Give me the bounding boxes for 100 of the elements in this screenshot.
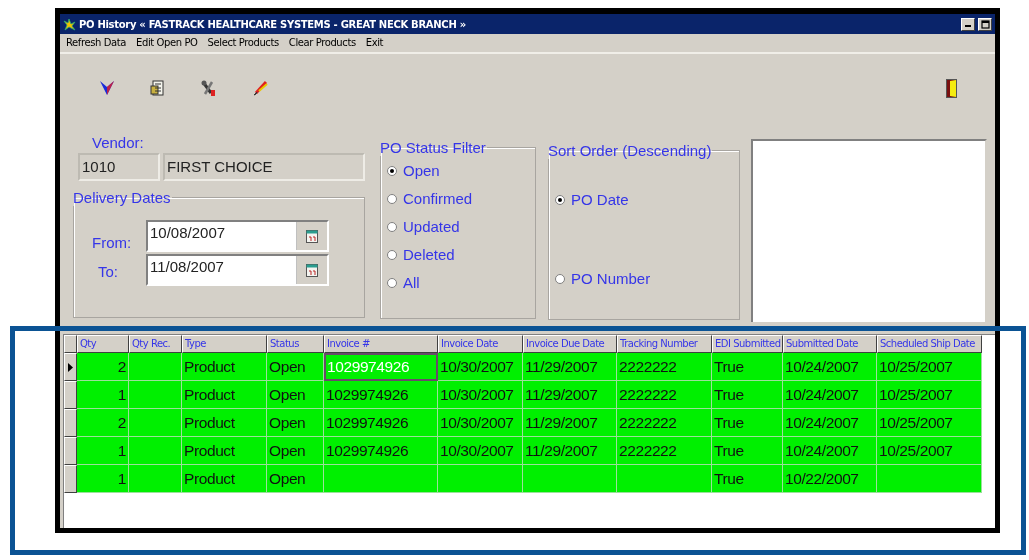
column-header[interactable]: Qty xyxy=(77,335,129,353)
column-header[interactable]: Tracking Number xyxy=(617,335,712,353)
exit-button[interactable] xyxy=(946,78,957,98)
row-header[interactable] xyxy=(64,409,77,437)
table-cell: 2222222 xyxy=(617,353,712,381)
table-cell: 10/25/2007 xyxy=(877,381,982,409)
menu-item[interactable]: Select Products xyxy=(207,37,279,48)
table-cell: 1 xyxy=(77,465,129,493)
calendar-icon xyxy=(306,229,318,243)
column-header[interactable]: Invoice Due Date xyxy=(523,335,617,353)
app-icon xyxy=(63,17,76,31)
row-header[interactable] xyxy=(64,465,77,493)
table-cell: 2222222 xyxy=(617,409,712,437)
document-icon xyxy=(150,79,165,97)
table-cell: Product xyxy=(182,353,267,381)
vendor-name-field: FIRST CHOICE xyxy=(163,153,365,181)
toolbar-button[interactable] xyxy=(150,79,165,97)
table-cell: 10/25/2007 xyxy=(877,353,982,381)
calendar-icon xyxy=(306,263,318,277)
status-radio[interactable]: Confirmed xyxy=(387,190,473,207)
table-cell: 11/29/2007 xyxy=(523,353,617,381)
table-cell: True xyxy=(712,381,783,409)
menu-item[interactable]: Refresh Data xyxy=(66,37,127,48)
sort-radio[interactable]: PO Date xyxy=(555,191,629,208)
column-header[interactable]: Submitted Date xyxy=(783,335,877,353)
table-cell: 2 xyxy=(77,409,129,437)
table-cell: 1 xyxy=(77,381,129,409)
group-title: Sort Order (Descending) xyxy=(547,142,713,159)
table-cell: True xyxy=(712,465,783,493)
date-picker[interactable]: 11/08/2007 xyxy=(146,254,329,286)
menu-item[interactable]: Exit xyxy=(365,37,384,48)
row-header[interactable] xyxy=(64,437,77,465)
table-cell: 10/22/2007 xyxy=(783,465,877,493)
pencil-icon xyxy=(253,80,269,96)
calendar-button[interactable] xyxy=(296,256,327,284)
minimize-button[interactable] xyxy=(961,17,975,31)
table-cell: Open xyxy=(267,437,324,465)
to-label: To: xyxy=(97,261,119,280)
toolbar-button[interactable] xyxy=(201,79,217,97)
tools-icon xyxy=(201,79,217,97)
table-cell: 11/29/2007 xyxy=(523,381,617,409)
table-cell: 10/30/2007 xyxy=(438,381,523,409)
status-radio[interactable]: Open xyxy=(387,162,440,179)
column-header[interactable]: Invoice Date xyxy=(438,335,523,353)
table-cell: True xyxy=(712,437,783,465)
table-cell: 11/29/2007 xyxy=(523,409,617,437)
table-cell: Product xyxy=(182,437,267,465)
table-cell: Product xyxy=(182,409,267,437)
table-cell: Open xyxy=(267,409,324,437)
status-radio[interactable]: Deleted xyxy=(387,246,455,263)
column-header[interactable]: Qty Rec. xyxy=(129,335,182,353)
table-cell: Open xyxy=(267,381,324,409)
column-header[interactable]: Status xyxy=(267,335,324,353)
maximize-icon xyxy=(980,19,990,29)
table-cell: 2222222 xyxy=(617,437,712,465)
table-cell: 10/25/2007 xyxy=(877,437,982,465)
date-picker[interactable]: 10/08/2007 xyxy=(146,220,329,252)
table-cell: 2222222 xyxy=(617,381,712,409)
vendor-label: Vendor: xyxy=(92,134,145,151)
table-cell: 10/24/2007 xyxy=(783,381,877,409)
table-cell: Product xyxy=(182,465,267,493)
door-icon xyxy=(946,78,957,98)
table-cell: Open xyxy=(267,465,324,493)
group-title: PO Status Filter xyxy=(379,139,487,156)
status-radio[interactable]: All xyxy=(387,274,420,291)
table-cell: 1029974926 xyxy=(324,437,438,465)
sort-radio[interactable]: PO Number xyxy=(555,270,651,287)
table-cell: 10/24/2007 xyxy=(783,437,877,465)
table-cell: 10/30/2007 xyxy=(438,353,523,381)
row-header[interactable] xyxy=(64,353,77,381)
current-row-icon xyxy=(68,362,73,372)
chevron-icon xyxy=(100,80,114,96)
window-title: PO History « FASTRACK HEALTHCARE SYSTEMS - GREAT NECK BRANCH » xyxy=(79,18,467,30)
column-header[interactable]: Type xyxy=(182,335,267,353)
table-cell: True xyxy=(712,409,783,437)
table-cell: 11/29/2007 xyxy=(523,437,617,465)
table-cell: Product xyxy=(182,381,267,409)
table-cell: 2 xyxy=(77,353,129,381)
toolbar-button[interactable] xyxy=(100,80,114,96)
toolbar-button[interactable] xyxy=(253,80,269,96)
menu-item[interactable]: Clear Products xyxy=(288,37,356,48)
from-label: From: xyxy=(92,232,133,251)
column-header[interactable]: EDI Submitted xyxy=(712,335,783,353)
menu-item[interactable]: Edit Open PO xyxy=(136,37,198,48)
status-radio[interactable]: Updated xyxy=(387,218,460,235)
table-cell: 1029974926 xyxy=(324,353,438,381)
table-cell: 10/30/2007 xyxy=(438,409,523,437)
table-cell: 10/30/2007 xyxy=(438,437,523,465)
table-cell: 1 xyxy=(77,437,129,465)
calendar-button[interactable] xyxy=(296,222,327,250)
column-header[interactable]: Invoice # xyxy=(324,335,438,353)
table-cell: 1029974926 xyxy=(324,409,438,437)
table-cell: 10/24/2007 xyxy=(783,409,877,437)
column-header[interactable]: Scheduled Ship Date xyxy=(877,335,982,353)
maximize-button[interactable] xyxy=(978,17,992,31)
row-header[interactable] xyxy=(64,381,77,409)
table-cell: 10/24/2007 xyxy=(783,353,877,381)
table-cell: True xyxy=(712,353,783,381)
table-cell: Open xyxy=(267,353,324,381)
vendor-code-field: 1010 xyxy=(78,153,160,181)
